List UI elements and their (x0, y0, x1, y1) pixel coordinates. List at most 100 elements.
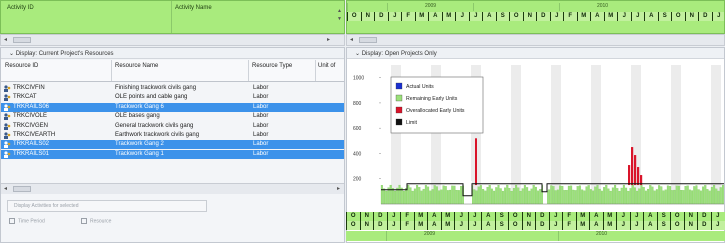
month-cell: N (683, 221, 698, 230)
scroll-left-icon[interactable]: ◂ (350, 36, 353, 43)
month-cell: N (359, 212, 374, 221)
timescale-months-bottom-2: ONDJFMAMJJASONDJFMAMJJASONDJ (346, 221, 725, 230)
resource-name-cell: General trackwork civils gang (115, 122, 194, 129)
remaining-bar (534, 186, 537, 205)
remaining-bar (488, 185, 491, 205)
month-cell: J (467, 212, 482, 221)
month-cell: O (670, 212, 684, 221)
remaining-bar (475, 190, 478, 205)
legend-box (390, 76, 484, 134)
month-cell: M (603, 12, 618, 21)
month-cell: S (656, 212, 671, 221)
remaining-bar (721, 184, 724, 205)
nonwork-shading (711, 65, 721, 204)
month-cell: F (562, 221, 576, 230)
scroll-right-icon[interactable]: ▸ (327, 36, 330, 43)
month-cell: M (602, 212, 617, 221)
scroll-left-icon[interactable]: ◂ (4, 36, 7, 43)
column-unit-of[interactable]: Unit of (318, 63, 335, 69)
remaining-bar (451, 185, 454, 205)
column-resource-id[interactable]: Resource ID (5, 63, 38, 69)
column-divider[interactable] (171, 1, 172, 33)
resource-row[interactable]: TRKCIVGEN General trackwork civils gang La… (1, 122, 344, 131)
histogram-display-filter[interactable]: ⌄ Display: Open Projects Only (347, 48, 724, 59)
month-cell: J (548, 212, 563, 221)
resource-row[interactable]: TRKRAILS06 Trackwork Gang 6 Labor (1, 102, 344, 112)
scroll-thumb[interactable] (13, 186, 31, 192)
remaining-bar (570, 185, 573, 205)
chevron-down-icon[interactable]: ⌄ (355, 51, 362, 57)
time-period-checkbox[interactable]: Time Period (9, 218, 45, 224)
remaining-bar (515, 184, 518, 205)
scroll-thumb[interactable] (13, 37, 31, 43)
resource-checkbox[interactable]: Resource (81, 218, 111, 224)
y-tick-label: 1000 (353, 76, 364, 82)
remaining-bar (658, 185, 661, 205)
resource-id-cell: TRKRAILS06 (13, 103, 50, 110)
remaining-bar (675, 185, 678, 205)
year-label: 2009 (386, 231, 472, 241)
month-cell: N (522, 12, 537, 21)
remaining-bar (673, 189, 676, 205)
remaining-bar (684, 186, 687, 205)
resource-row[interactable]: TRKRAILS01 Trackwork Gang 1 Labor (1, 149, 344, 159)
activity-horizontal-scrollbar[interactable]: ◂ ▸ (0, 34, 345, 46)
remaining-bar (539, 189, 542, 205)
remaining-bar (649, 185, 652, 205)
resource-row[interactable]: TRKCIVFIN Finishing trackwork civils gang… (1, 84, 344, 93)
month-cell: F (400, 212, 414, 221)
month-cell: S (657, 12, 672, 21)
resource-row[interactable]: TRKCIVOLE OLE bases gang Labor (1, 112, 344, 121)
chevron-down-icon[interactable]: ⌄ (9, 51, 16, 57)
resource-type-cell: Labor (253, 113, 269, 120)
month-cell: M (441, 12, 456, 21)
month-cell: J (548, 221, 563, 230)
remaining-bar (504, 187, 507, 205)
remaining-bar (517, 187, 520, 205)
resource-histogram-chart: 1000 800 600 400 200 Actual Units Remaining Ea… (353, 65, 724, 205)
resources-horizontal-scrollbar[interactable]: ◂ ▸ (1, 183, 344, 194)
remaining-bar (578, 185, 581, 205)
resource-type-cell: Labor (253, 85, 269, 91)
month-cell: O (508, 221, 522, 230)
activity-name-column[interactable]: Activity Name (175, 5, 212, 11)
resource-row[interactable]: TRKRAILS02 Trackwork Gang 2 Labor (1, 140, 344, 150)
sort-arrows-icon[interactable]: ▲ ▼ (337, 7, 342, 23)
month-cell: D (373, 221, 387, 230)
resource-type-cell: Labor (253, 94, 269, 101)
timescale-months: ONDJFMAMJJASONDJFMAMJJASONDJ (347, 12, 724, 21)
remaining-bar (581, 189, 584, 205)
display-activities-button[interactable]: Display Activities for selected (7, 200, 207, 212)
labor-resource-icon (4, 122, 11, 130)
remaining-bar (644, 190, 647, 205)
legend-swatch (395, 118, 403, 126)
remaining-bar (411, 190, 414, 205)
scroll-right-icon[interactable]: ▸ (337, 185, 340, 192)
remaining-bar (431, 189, 434, 205)
column-resource-type[interactable]: Resource Type (252, 63, 292, 69)
resource-row[interactable]: TRKCIVEARTH Earthwork trackwork civils ga… (1, 131, 344, 140)
month-cell: J (549, 12, 564, 21)
remaining-bar (605, 185, 608, 205)
remaining-bar (391, 188, 394, 205)
activity-id-column[interactable]: Activity ID (7, 5, 34, 11)
column-resource-name[interactable]: Resource Name (115, 63, 158, 69)
resource-row[interactable]: TRKCAT OLE points and cable gang Labor (1, 93, 344, 102)
resource-name-cell: Trackwork Gang 1 (115, 150, 164, 157)
remaining-bar (495, 187, 498, 205)
resource-type-cell: Labor (253, 132, 269, 138)
remaining-bar (477, 186, 480, 205)
remaining-bar (660, 186, 663, 205)
remaining-bar (572, 189, 575, 205)
remaining-bar (682, 190, 685, 205)
scroll-thumb[interactable] (359, 37, 377, 43)
nonwork-shading (591, 65, 601, 204)
remaining-bar (396, 187, 399, 205)
remaining-bar (490, 188, 493, 205)
month-cell: O (346, 212, 360, 221)
resources-display-filter[interactable]: ⌄ Display: Current Project's Resources (1, 48, 344, 59)
remaining-bar (719, 187, 722, 205)
timescale-scrollbar[interactable]: ◂ (346, 34, 725, 46)
resource-id-cell: TRKRAILS02 (13, 141, 50, 148)
scroll-left-icon[interactable]: ◂ (4, 185, 7, 192)
